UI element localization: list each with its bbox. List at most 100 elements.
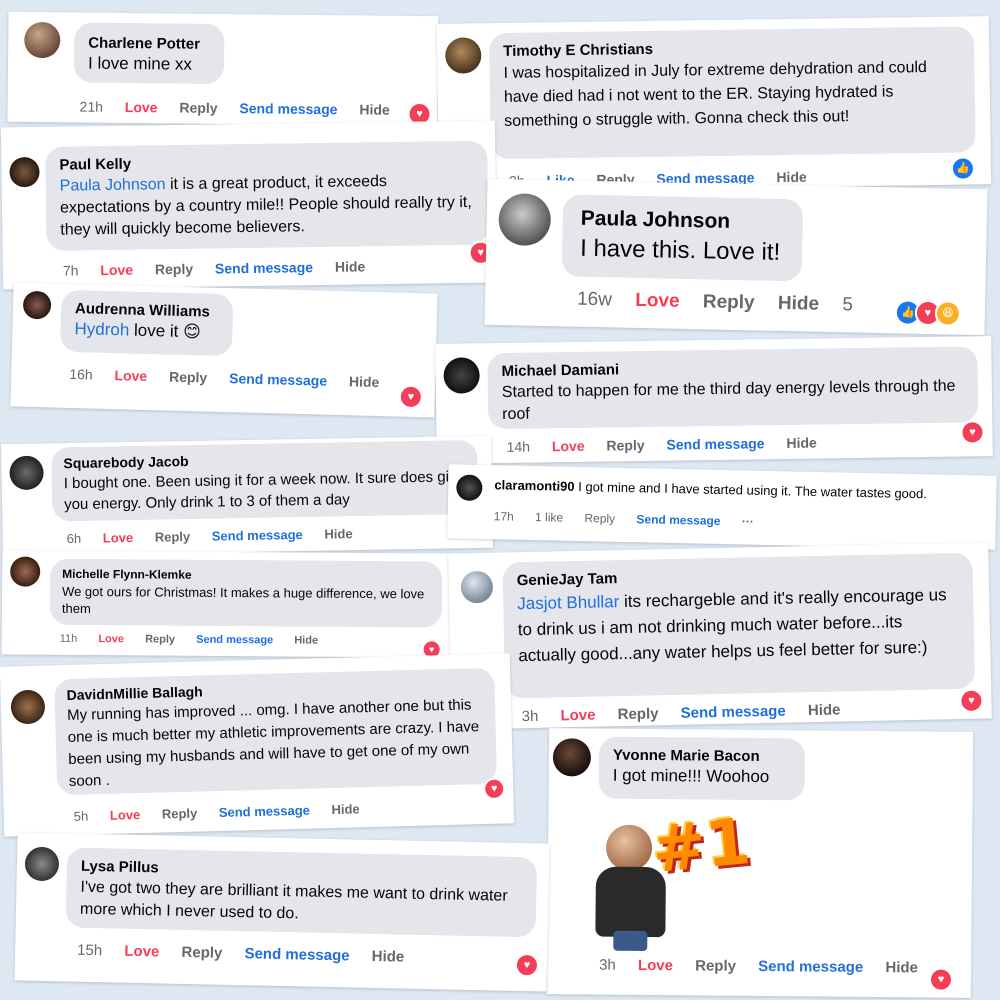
reply-button[interactable]: Reply [695, 957, 736, 974]
more-options-icon[interactable]: ··· [742, 514, 754, 528]
hide-button[interactable]: Hide [885, 959, 918, 976]
commenter-name[interactable]: Audrenna Williams [75, 300, 219, 321]
comment-text: I was hospitalized in July for extreme d… [503, 59, 927, 130]
avatar[interactable] [22, 290, 52, 320]
commenter-name[interactable]: Charlene Potter [88, 35, 210, 53]
reply-button[interactable]: Reply [181, 944, 222, 962]
comment-card: Paul Kelly Paula Johnson it is a great p… [0, 120, 498, 290]
love-button[interactable]: Love [114, 367, 147, 384]
timestamp[interactable]: 15h [77, 942, 102, 960]
timestamp[interactable]: 5h [74, 808, 89, 823]
avatar[interactable] [552, 738, 592, 777]
avatar[interactable] [460, 570, 494, 604]
send-message-button[interactable]: Send message [215, 259, 313, 276]
laugh-reaction-icon[interactable]: 😆 [934, 300, 962, 327]
timestamp[interactable]: 11h [60, 633, 78, 645]
reply-button[interactable]: Reply [179, 100, 217, 116]
commenter-name[interactable]: claramonti90 [494, 477, 574, 494]
comment-bubble: Audrenna Williams Hydroh love it 😊 [59, 289, 234, 357]
love-button[interactable]: Love [125, 99, 158, 115]
hide-button[interactable]: Hide [778, 293, 820, 315]
comment-actions: 21h Love Reply Send message Hide [80, 99, 408, 118]
heart-reaction-icon[interactable]: ♥ [959, 688, 984, 713]
avatar[interactable] [456, 474, 483, 501]
send-message-button[interactable]: Send message [239, 100, 337, 117]
comment-actions: 16h Love Reply Send message Hide [69, 366, 397, 391]
timestamp[interactable]: 3h [599, 957, 616, 974]
like-reaction-icon[interactable]: 👍 [950, 156, 976, 181]
heart-reaction-icon[interactable]: ♥ [514, 952, 540, 978]
mention-link[interactable]: Paula Johnson [60, 176, 166, 194]
avatar[interactable] [9, 156, 40, 188]
reply-button[interactable]: Reply [584, 511, 615, 526]
reply-button[interactable]: Reply [703, 291, 755, 313]
avatar[interactable] [10, 689, 46, 725]
comment-card: Paula Johnson I have this. Love it! 16w … [484, 178, 988, 336]
send-message-button[interactable]: Send message [666, 435, 764, 452]
send-message-button[interactable]: Send message [758, 958, 863, 976]
timestamp[interactable]: 3h [521, 708, 538, 725]
love-button[interactable]: Love [110, 807, 141, 823]
send-message-button[interactable]: Send message [196, 634, 273, 647]
timestamp[interactable]: 21h [80, 99, 104, 115]
love-button[interactable]: Love [98, 633, 124, 645]
hide-button[interactable]: Hide [324, 526, 352, 541]
send-message-button[interactable]: Send message [636, 512, 720, 528]
comment-text: I got mine and I have started using it. … [578, 478, 928, 502]
love-button[interactable]: Love [103, 530, 134, 546]
heart-reaction-icon[interactable]: ♥ [960, 420, 985, 445]
reply-button[interactable]: Reply [169, 369, 208, 386]
hide-button[interactable]: Hide [776, 169, 807, 185]
likes-count[interactable]: 1 like [535, 510, 563, 525]
commenter-name[interactable]: Paula Johnson [581, 207, 785, 235]
timestamp[interactable]: 6h [67, 531, 82, 546]
send-message-button[interactable]: Send message [212, 527, 303, 544]
hide-button[interactable]: Hide [294, 634, 318, 646]
hide-button[interactable]: Hide [359, 101, 390, 117]
avatar[interactable] [498, 193, 552, 247]
commenter-name[interactable]: Michelle Flynn-Klemke [62, 567, 430, 584]
love-button[interactable]: Love [560, 707, 595, 725]
avatar[interactable] [443, 357, 480, 394]
timestamp[interactable]: 16w [577, 289, 612, 311]
hide-button[interactable]: Hide [372, 948, 405, 966]
mention-link[interactable]: Hydroh [74, 319, 129, 339]
timestamp[interactable]: 16h [69, 366, 93, 383]
send-message-button[interactable]: Send message [681, 703, 786, 722]
reply-button[interactable]: Reply [155, 261, 193, 278]
avatar[interactable] [10, 556, 41, 587]
mention-link[interactable]: Jasjot Bhullar [517, 592, 619, 613]
avatar[interactable] [24, 21, 61, 59]
hide-button[interactable]: Hide [349, 373, 380, 390]
love-button[interactable]: Love [124, 943, 159, 961]
hide-button[interactable]: Hide [786, 435, 817, 451]
hide-button[interactable]: Hide [808, 701, 841, 719]
timestamp[interactable]: 14h [507, 439, 531, 455]
heart-reaction-icon[interactable]: ♥ [398, 384, 424, 410]
comment-actions: 3h Love Reply Send message Hide [521, 701, 858, 725]
avatar[interactable] [24, 846, 60, 882]
comment-bubble: Michelle Flynn-Klemke We got ours for Ch… [49, 558, 443, 628]
heart-reaction-icon[interactable]: ♥ [482, 777, 506, 801]
reaction-count[interactable]: 5 [842, 294, 853, 315]
reply-button[interactable]: Reply [145, 633, 175, 645]
hide-button[interactable]: Hide [331, 801, 360, 817]
send-message-button[interactable]: Send message [229, 370, 327, 389]
avatar[interactable] [445, 37, 482, 74]
love-button[interactable]: Love [638, 957, 673, 974]
send-message-button[interactable]: Send message [219, 803, 310, 820]
reply-button[interactable]: Reply [606, 437, 644, 454]
reply-button[interactable]: Reply [162, 806, 198, 822]
love-button[interactable]: Love [100, 262, 133, 278]
commenter-name[interactable]: Yvonne Marie Bacon [613, 747, 791, 766]
timestamp[interactable]: 17h [494, 509, 514, 523]
timestamp[interactable]: 7h [63, 262, 79, 278]
hide-button[interactable]: Hide [335, 258, 366, 274]
avatar[interactable] [9, 455, 44, 491]
send-message-button[interactable]: Send message [244, 945, 349, 964]
love-button[interactable]: Love [635, 290, 680, 312]
reply-button[interactable]: Reply [617, 705, 658, 723]
reply-button[interactable]: Reply [155, 529, 191, 545]
heart-reaction-icon[interactable]: ♥ [928, 967, 954, 992]
love-button[interactable]: Love [552, 438, 585, 454]
